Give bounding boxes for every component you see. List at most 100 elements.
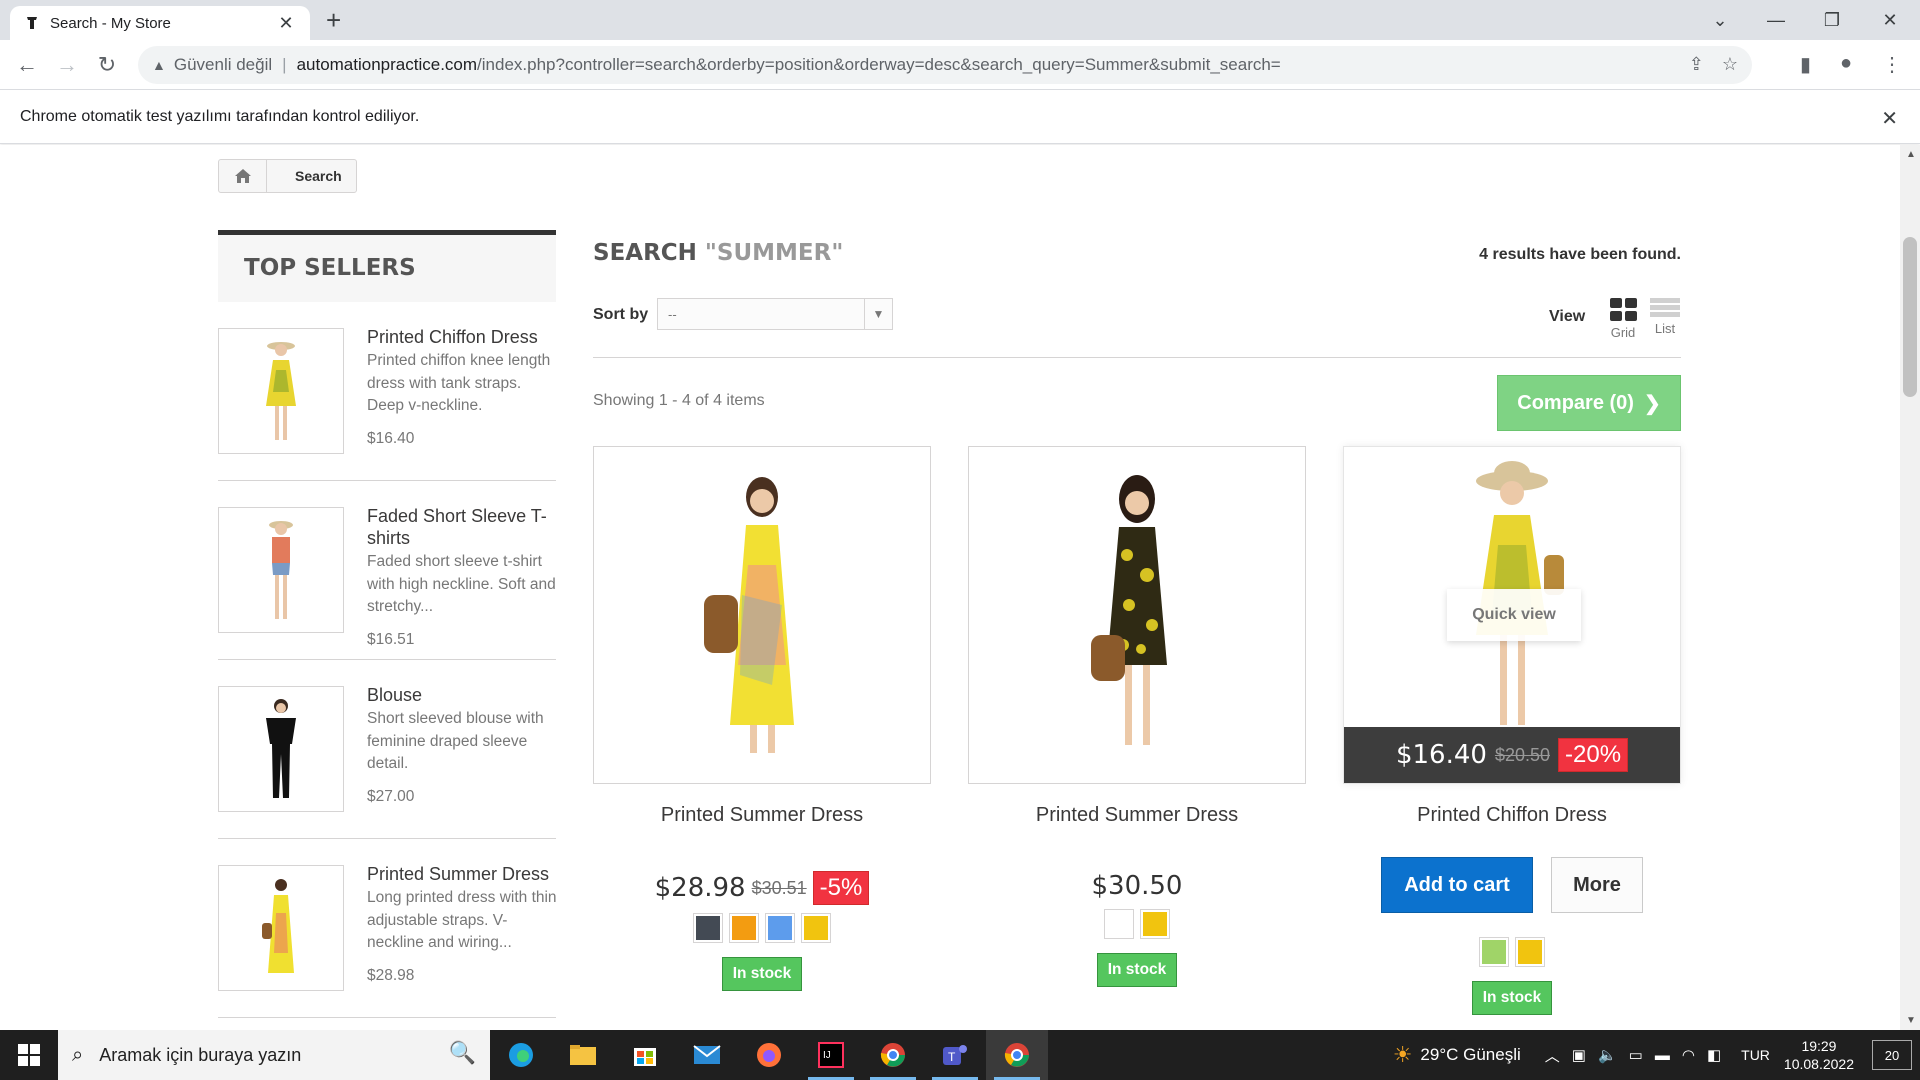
product-image[interactable]: Quick view $16.40 $20.50 -20% — [1343, 446, 1681, 784]
sun-icon: ☀ — [1392, 1042, 1413, 1067]
view-list-label: List — [1654, 321, 1676, 336]
url-input[interactable]: ▲ Güvenli değil | automationpractice.com… — [138, 46, 1752, 84]
color-swatch[interactable] — [729, 913, 759, 943]
home-icon[interactable] — [219, 160, 267, 192]
more-button[interactable]: More — [1551, 857, 1643, 913]
clock[interactable]: 19:29 10.08.2022 — [1784, 1037, 1854, 1073]
infobar-close-icon[interactable]: ✕ — [1881, 106, 1898, 131]
weather-text: 29°C Güneşli — [1420, 1045, 1521, 1064]
top-seller-desc: Short sleeved blouse with feminine drape… — [367, 710, 544, 772]
wifi-icon[interactable]: ◠ — [1682, 1046, 1695, 1064]
chevron-up-icon[interactable]: ︿ — [1545, 1045, 1560, 1066]
view-list-button[interactable]: List — [1648, 298, 1682, 336]
product-card: Printed Summer Dress $28.98 $30.51 -5% I… — [593, 446, 931, 991]
taskbar-search-input[interactable]: ⌕ Aramak için buraya yazın 🔍 — [58, 1030, 490, 1080]
color-swatches — [593, 913, 931, 943]
notifications-button[interactable]: 20 — [1872, 1040, 1912, 1070]
old-price: $30.51 — [751, 877, 807, 898]
top-sellers-block: TOP SELLERS Printed Chiffon Dress Printe… — [218, 230, 557, 1018]
color-swatch[interactable] — [1140, 909, 1170, 939]
reload-icon[interactable]: ↻ — [92, 50, 122, 80]
color-swatch[interactable] — [765, 913, 795, 943]
tab-close-icon[interactable]: ✕ — [276, 13, 296, 34]
product-price: $16.40 — [1395, 740, 1487, 770]
profile-avatar-icon[interactable]: ● — [1840, 52, 1852, 75]
product-name[interactable]: Printed Chiffon Dress — [1343, 804, 1681, 827]
product-thumbnail[interactable] — [218, 865, 344, 991]
top-seller-name[interactable]: Faded Short Sleeve T-shirts — [367, 505, 557, 549]
mail-icon[interactable] — [676, 1030, 738, 1080]
input-language[interactable]: TUR — [1741, 1047, 1770, 1063]
camera-icon[interactable]: ◧ — [1707, 1046, 1721, 1064]
stock-badge: In stock — [721, 957, 803, 991]
minimize-icon[interactable]: — — [1748, 0, 1804, 40]
browser-tab[interactable]: Search - My Store ✕ — [10, 6, 310, 40]
page-viewport: Search TOP SELLERS Printed Chiffon Dress… — [0, 145, 1900, 1030]
weather-widget[interactable]: ☀ 29°C Güneşli — [1393, 1042, 1521, 1068]
tab-search-icon[interactable]: ⌄ — [1692, 0, 1748, 40]
old-price: $20.50 — [1494, 744, 1550, 765]
page-scrollbar[interactable]: ▲ ▼ — [1900, 145, 1920, 1030]
file-explorer-icon[interactable] — [552, 1030, 614, 1080]
share-icon[interactable]: ⇪ — [1689, 54, 1704, 75]
stock-badge: In stock — [1471, 981, 1553, 1015]
view-grid-button[interactable]: Grid — [1606, 298, 1640, 340]
quick-view-button[interactable]: Quick view — [1447, 589, 1581, 641]
color-swatch[interactable] — [1104, 909, 1134, 939]
color-swatch[interactable] — [801, 913, 831, 943]
product-price: $30.50 — [1091, 871, 1183, 901]
volume-icon[interactable]: 🔈 — [1598, 1046, 1617, 1064]
compare-button[interactable]: Compare (0) ❯ — [1497, 375, 1681, 431]
top-seller-item: Faded Short Sleeve T-shirts Faded short … — [218, 481, 556, 660]
top-sellers-title[interactable]: TOP SELLERS — [218, 230, 556, 302]
intellij-icon[interactable]: IJ — [800, 1030, 862, 1080]
color-swatch[interactable] — [1479, 937, 1509, 967]
back-icon[interactable]: ← — [12, 50, 42, 80]
side-panel-icon[interactable]: ▮ — [1800, 52, 1811, 77]
teams-icon[interactable]: T — [924, 1030, 986, 1080]
firefox-icon[interactable] — [738, 1030, 800, 1080]
product-thumbnail[interactable] — [218, 328, 344, 454]
product-image[interactable] — [593, 446, 931, 784]
store-icon[interactable] — [614, 1030, 676, 1080]
window-close-icon[interactable]: ✕ — [1862, 0, 1918, 40]
windows-start-icon[interactable] — [0, 1030, 58, 1080]
product-image[interactable] — [968, 446, 1306, 784]
app-tray-icon[interactable]: ▣ — [1572, 1046, 1586, 1064]
menu-dots-icon[interactable]: ⋮ — [1882, 52, 1902, 77]
top-seller-name[interactable]: Blouse — [367, 684, 557, 706]
battery-icon[interactable]: ▬ — [1655, 1047, 1670, 1064]
product-thumbnail[interactable] — [218, 507, 344, 633]
chrome-icon[interactable] — [862, 1030, 924, 1080]
security-label[interactable]: Güvenli değil — [174, 55, 272, 75]
restore-icon[interactable]: ❐ — [1804, 0, 1860, 40]
url-host: automationpractice.com — [296, 55, 478, 74]
product-name[interactable]: Printed Summer Dress — [968, 804, 1306, 827]
color-swatch[interactable] — [1515, 937, 1545, 967]
edge-icon[interactable] — [490, 1030, 552, 1080]
chevron-down-icon[interactable]: ▼ — [864, 299, 892, 329]
url-path: /index.php?controller=search&orderby=pos… — [477, 55, 1281, 74]
color-swatch[interactable] — [693, 913, 723, 943]
results-count: 4 results have been found. — [1479, 246, 1681, 263]
bookmark-star-icon[interactable]: ☆ — [1722, 54, 1738, 75]
top-seller-name[interactable]: Printed Summer Dress — [367, 863, 557, 885]
display-icon[interactable]: ▭ — [1629, 1046, 1643, 1064]
compare-label: Compare (0) — [1517, 391, 1634, 414]
top-seller-price: $27.00 — [367, 787, 415, 805]
scroll-down-icon[interactable]: ▼ — [1906, 1015, 1916, 1026]
top-seller-name[interactable]: Printed Chiffon Dress — [367, 326, 557, 348]
top-seller-desc: Long printed dress with thin adjustable … — [367, 889, 557, 951]
product-name[interactable]: Printed Summer Dress — [593, 804, 931, 827]
sort-select[interactable]: -- ▼ — [657, 298, 893, 330]
forward-icon[interactable]: → — [52, 50, 82, 80]
new-tab-button[interactable]: + — [326, 6, 341, 34]
product-thumbnail[interactable] — [218, 686, 344, 812]
warning-icon[interactable]: ▲ — [152, 57, 166, 73]
chrome-test-icon[interactable] — [986, 1030, 1048, 1080]
sort-label: Sort by — [593, 306, 649, 323]
scroll-thumb[interactable] — [1903, 237, 1917, 397]
top-seller-item: Blouse Short sleeved blouse with feminin… — [218, 660, 556, 839]
add-to-cart-button[interactable]: Add to cart — [1381, 857, 1533, 913]
scroll-up-icon[interactable]: ▲ — [1906, 149, 1916, 160]
